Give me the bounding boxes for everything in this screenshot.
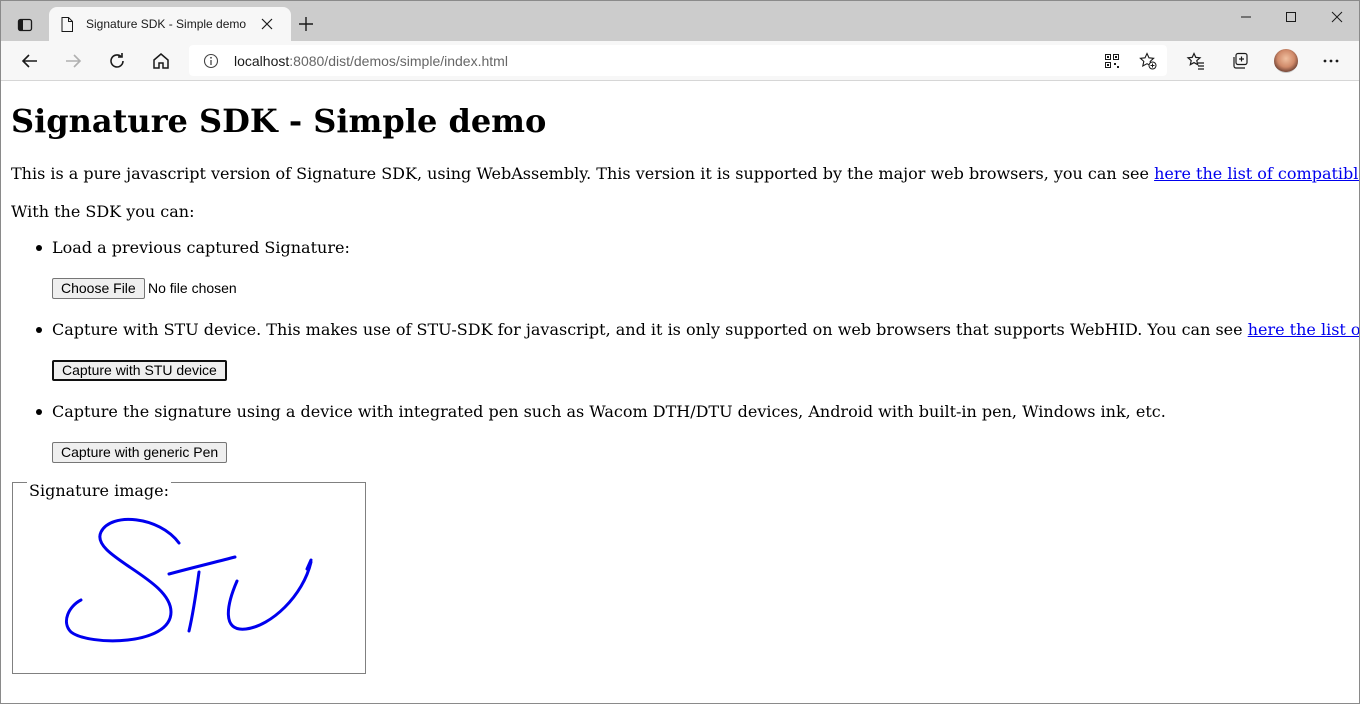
bullet — [36, 327, 42, 333]
page-icon — [61, 17, 73, 32]
plus-icon[interactable] — [298, 16, 314, 32]
back-icon[interactable] — [20, 51, 40, 71]
add-favorite-icon[interactable] — [1139, 52, 1157, 70]
compatible-browsers-link-2[interactable]: here the list of compatible browsers — [1248, 320, 1359, 339]
sdk-can-text: With the SDK you can: — [11, 202, 195, 221]
compatible-browsers-link[interactable]: here the list of compatible browsers — [1154, 164, 1359, 183]
intro-paragraph: This is a pure javascript version of Sig… — [11, 164, 1359, 183]
active-tab[interactable]: Signature SDK - Simple demo — [49, 7, 291, 41]
tab-strip: Signature SDK - Simple demo — [1, 1, 1359, 41]
more-icon[interactable] — [1321, 51, 1341, 71]
no-file-text: No file chosen — [148, 280, 237, 296]
browser-window: Signature SDK - Simple demo localhost:80… — [0, 0, 1360, 704]
choose-file-button[interactable]: Choose File — [52, 278, 145, 299]
refresh-icon[interactable] — [107, 51, 127, 71]
list-item-stu: Capture with STU device. This makes use … — [52, 320, 1359, 339]
address-bar[interactable]: localhost:8080/dist/demos/simple/index.h… — [189, 45, 1167, 76]
url-text[interactable]: localhost:8080/dist/demos/simple/index.h… — [234, 53, 508, 69]
info-icon[interactable] — [203, 53, 219, 69]
minimize-icon[interactable] — [1238, 9, 1254, 25]
favorites-icon[interactable] — [1186, 51, 1206, 71]
home-icon[interactable] — [151, 51, 171, 71]
toolbar: localhost:8080/dist/demos/simple/index.h… — [1, 41, 1359, 81]
forward-icon[interactable] — [63, 51, 83, 71]
list-item-pen: Capture the signature using a device wit… — [52, 402, 1166, 421]
capture-pen-button[interactable]: Capture with generic Pen — [52, 442, 228, 463]
list-item-load: Load a previous captured Signature: — [52, 238, 350, 257]
tab-actions-icon[interactable] — [11, 11, 39, 39]
capture-stu-button[interactable]: Capture with STU device — [52, 360, 227, 381]
maximize-icon[interactable] — [1283, 9, 1299, 25]
tab-title: Signature SDK - Simple demo — [86, 17, 247, 31]
close-icon[interactable] — [261, 18, 273, 30]
stu-text: Capture with STU device. This makes use … — [52, 320, 1248, 339]
page-title: Signature SDK - Simple demo — [11, 102, 547, 140]
window-close-icon[interactable] — [1329, 9, 1345, 25]
bullet — [36, 409, 42, 415]
signature-legend: Signature image: — [27, 481, 172, 500]
page-content: Signature SDK - Simple demo This is a pu… — [1, 81, 1359, 703]
signature-image — [65, 518, 313, 643]
collections-icon[interactable] — [1230, 51, 1250, 71]
intro-text: This is a pure javascript version of Sig… — [11, 164, 1155, 183]
qr-icon[interactable] — [1104, 53, 1120, 69]
bullet — [36, 245, 42, 251]
profile-avatar[interactable] — [1274, 49, 1298, 73]
